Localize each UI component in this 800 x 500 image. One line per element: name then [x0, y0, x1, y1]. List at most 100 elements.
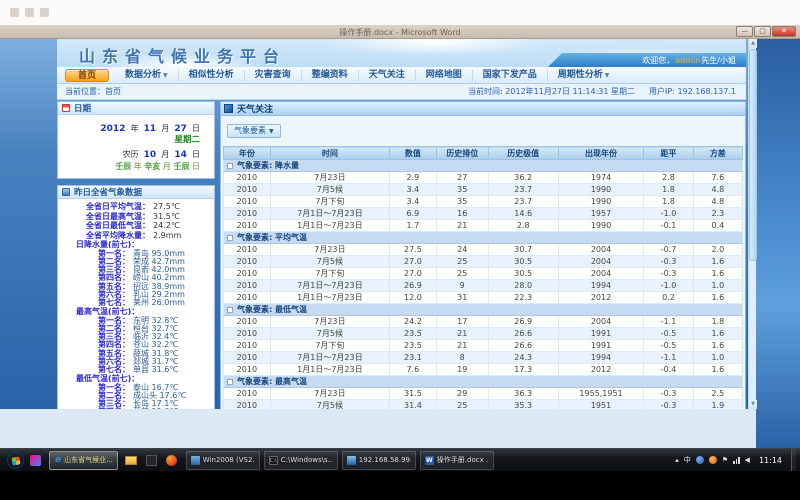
maximize-icon[interactable]: ▢: [754, 26, 771, 37]
desktop-screen: 操作手册.docx - Microsoft Word — ▢ ✕ ← → e h…: [0, 0, 800, 500]
table-group-row[interactable]: 气象要素: 最高气温: [224, 376, 743, 388]
table-cell: 30.5: [488, 268, 558, 280]
tray-blue-icon[interactable]: [696, 456, 704, 464]
summary-label: 全省平均降水量：: [62, 231, 150, 241]
group-checkbox[interactable]: [227, 163, 233, 169]
word-qat-icon[interactable]: [10, 8, 19, 17]
scroll-up-icon[interactable]: ▲: [749, 39, 757, 48]
taskbar-button[interactable]: Win2008 (VS2...: [186, 451, 260, 470]
table-cell: -0.3: [644, 256, 693, 268]
table-cell: -1.1: [644, 352, 693, 364]
minimize-icon[interactable]: —: [736, 26, 753, 37]
table-cell: 7月5候: [270, 328, 389, 340]
table-cell: 30.7: [488, 244, 558, 256]
media-player-icon[interactable]: [166, 455, 177, 466]
taskbar-button[interactable]: 192.168.58.99...: [342, 451, 416, 470]
nav-item-7[interactable]: 网络地图: [415, 70, 472, 81]
nav-item-3[interactable]: 相似性分析: [178, 70, 244, 81]
nav-item-6[interactable]: 天气关注: [358, 70, 415, 81]
column-header: 历史排位: [436, 147, 488, 160]
tray-expand-icon[interactable]: ▴: [675, 456, 679, 464]
table-cell: -0.5: [644, 328, 693, 340]
qq-icon[interactable]: [709, 456, 717, 464]
nav-item-4[interactable]: 灾害查询: [244, 70, 301, 81]
group-checkbox[interactable]: [227, 307, 233, 313]
table-group-row[interactable]: 气象要素: 降水量: [224, 160, 743, 172]
show-desktop-button[interactable]: [791, 449, 796, 472]
table-header-row: 年份时间数值历史排位历史极值出现年份距平方差: [224, 147, 743, 160]
table-group-row[interactable]: 气象要素: 平均气温: [224, 232, 743, 244]
summary-label: 全省日最低气温：: [62, 221, 150, 231]
table-cell: 27.0: [390, 256, 437, 268]
table-cell: 7.6: [390, 364, 437, 376]
element-filter-button[interactable]: 气象要素▼: [227, 124, 281, 138]
table-cell: 1994: [558, 352, 644, 364]
table-cell: 4.8: [693, 196, 742, 208]
start-button[interactable]: [7, 452, 24, 469]
column-header: 出现年份: [558, 147, 644, 160]
word-qat-icon[interactable]: [40, 8, 49, 17]
rank-value: 单县 31.6℃: [133, 366, 178, 374]
table-cell: 26.9: [488, 316, 558, 328]
table-cell: 35.3: [488, 400, 558, 410]
nav-item-label: 首页: [78, 71, 96, 81]
nav-item-5[interactable]: 整编资料: [301, 70, 358, 81]
language-indicator[interactable]: 中: [684, 455, 691, 465]
quick-launch-icon[interactable]: [30, 455, 41, 466]
table-group-row[interactable]: 气象要素: 最低气温: [224, 304, 743, 316]
network-icon[interactable]: [733, 457, 740, 464]
table-row: 20107月23日2.92736.219742.87.6: [224, 172, 743, 184]
status-row: 当前位置：首页 当前时间: 2012年11月27日 11:14:31 星期二 用…: [57, 84, 746, 100]
explorer-folder-icon[interactable]: [125, 456, 137, 465]
close-icon[interactable]: ✕: [772, 26, 796, 37]
table-cell: 3.4: [390, 196, 437, 208]
table-cell: 7月下旬: [270, 340, 389, 352]
nav-item-1[interactable]: 首页: [65, 69, 109, 82]
group-checkbox[interactable]: [227, 235, 233, 241]
nav-item-label: 网络地图: [426, 70, 462, 80]
taskbar-button[interactable]: W操作手册.docx ...: [420, 451, 494, 470]
table-cell: 27.5: [390, 244, 437, 256]
desktop-wallpaper: [756, 39, 800, 448]
nav-item-9[interactable]: 周期性分析▼: [547, 70, 620, 81]
app-icon[interactable]: [146, 455, 157, 466]
table-cell: -0.5: [644, 340, 693, 352]
summary-value: 2.9mm: [153, 231, 181, 241]
gregorian-date: 2012 年 11 月 27 日: [62, 120, 200, 135]
word-qat-icon[interactable]: [25, 8, 34, 17]
word-icon: W: [425, 456, 434, 465]
scrollbar-thumb[interactable]: [749, 49, 757, 261]
taskbar-button[interactable]: C:\C:\Windows\s...: [264, 451, 338, 470]
table-cell: 27: [436, 172, 488, 184]
table-row: 20107月下旬23.52126.61991-0.51.6: [224, 340, 743, 352]
column-header: 数值: [390, 147, 437, 160]
page-scrollbar[interactable]: ▲ ▼: [748, 39, 756, 409]
nav-item-label: 周期性分析: [558, 70, 603, 80]
table-cell: 2010: [224, 208, 271, 220]
taskbar-clock[interactable]: 11:14: [759, 456, 782, 465]
table-cell: 36.3: [488, 388, 558, 400]
scroll-down-icon[interactable]: ▼: [749, 400, 757, 409]
group-label: 气象要素: 最低气温: [237, 305, 307, 314]
group-checkbox[interactable]: [227, 379, 233, 385]
nav-item-2[interactable]: 数据分析▼: [115, 70, 178, 81]
table-cell: 7.6: [693, 172, 742, 184]
table-cell: 16: [436, 208, 488, 220]
group-cell: 气象要素: 最低气温: [224, 304, 743, 316]
group-label: 气象要素: 平均气温: [237, 233, 307, 242]
table-cell: 2010: [224, 292, 271, 304]
table-cell: 2010: [224, 316, 271, 328]
table-cell: 23.5: [390, 328, 437, 340]
table-cell: 35: [436, 196, 488, 208]
table-cell: 2010: [224, 256, 271, 268]
taskbar-button-ie-active[interactable]: e 山东省气候业...: [49, 451, 118, 470]
table-cell: 31.4: [390, 400, 437, 410]
weather-box-title: 昨日全省气象数据: [74, 186, 142, 198]
table-cell: 28.0: [488, 280, 558, 292]
flag-icon[interactable]: ⚑: [722, 456, 728, 464]
volume-icon[interactable]: ◀: [745, 456, 750, 464]
system-tray: ▴ 中 ⚑ ◀ 11:14: [675, 449, 800, 472]
nav-item-label: 国家下发产品: [483, 70, 537, 80]
table-cell: 1990: [558, 220, 644, 232]
nav-item-8[interactable]: 国家下发产品: [472, 70, 547, 81]
